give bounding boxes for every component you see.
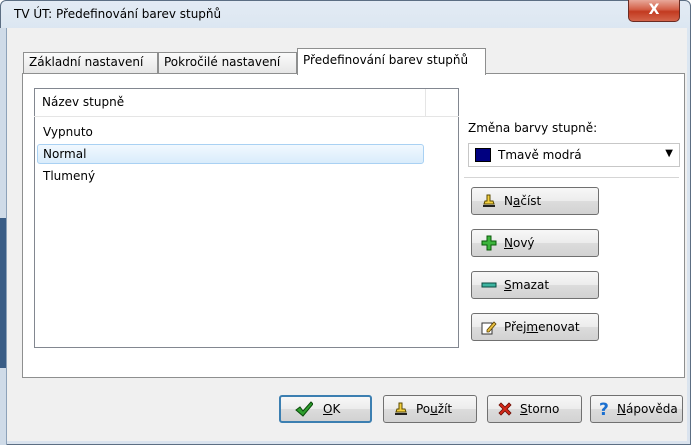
tab-advanced-settings[interactable]: Pokročilé nastavení xyxy=(158,52,297,73)
hand-stamp-icon xyxy=(392,400,410,418)
help-button-label: Nápověda xyxy=(617,402,678,416)
color-swatch xyxy=(475,148,491,162)
svg-text:?: ? xyxy=(599,400,609,418)
help-button[interactable]: ? Nápověda xyxy=(590,395,683,423)
column-header-level-name[interactable]: Název stupně xyxy=(42,95,124,109)
close-icon: X xyxy=(648,2,660,18)
new-button[interactable]: Nový xyxy=(471,229,599,257)
color-select-value: Tmavě modrá xyxy=(498,148,582,162)
list-item[interactable]: Vypnuto xyxy=(37,122,424,142)
list-header: Název stupně xyxy=(34,89,459,117)
chevron-down-icon: ▼ xyxy=(665,148,673,159)
ok-button-label: OK xyxy=(323,402,341,416)
close-button[interactable]: X xyxy=(628,0,680,22)
new-button-label: Nový xyxy=(504,236,535,250)
list-item[interactable]: Tlumený xyxy=(37,166,424,186)
hand-stamp-icon xyxy=(480,192,498,210)
ok-button[interactable]: OK xyxy=(279,395,372,423)
window-title: TV ÚT: Předefinování barev stupňů xyxy=(14,7,222,21)
checkmark-icon xyxy=(295,400,313,418)
rename-pencil-icon xyxy=(480,318,498,336)
color-change-label: Změna barvy stupně: xyxy=(468,121,598,135)
color-select[interactable]: Tmavě modrá ▼ xyxy=(468,143,680,167)
cancel-button-label: Storno xyxy=(520,402,560,416)
cancel-button[interactable]: Storno xyxy=(487,395,582,423)
tab-label: Základní nastavení xyxy=(29,55,144,69)
load-button[interactable]: Načíst xyxy=(471,187,599,215)
list-item-selected[interactable]: Normal xyxy=(37,144,424,164)
column-divider xyxy=(425,89,426,116)
question-mark-icon: ? xyxy=(596,400,614,418)
delete-button-label: Smazat xyxy=(504,278,550,292)
rename-button[interactable]: Přejmenovat xyxy=(471,313,599,341)
plus-icon xyxy=(480,234,498,252)
tab-redefine-level-colors[interactable]: Předefinování barev stupňů xyxy=(297,48,486,75)
tab-label: Pokročilé nastavení xyxy=(164,55,281,69)
background-window-edge xyxy=(0,218,6,368)
tab-label: Předefinování barev stupňů xyxy=(303,53,469,67)
apply-button[interactable]: Použít xyxy=(383,395,477,423)
red-x-icon xyxy=(496,400,514,418)
rename-button-label: Přejmenovat xyxy=(504,320,580,334)
separator xyxy=(464,177,679,178)
minus-icon xyxy=(480,276,498,294)
load-button-label: Načíst xyxy=(504,194,542,208)
delete-button[interactable]: Smazat xyxy=(471,271,599,299)
apply-button-label: Použít xyxy=(416,402,453,416)
tab-basic-settings[interactable]: Základní nastavení xyxy=(23,52,158,73)
